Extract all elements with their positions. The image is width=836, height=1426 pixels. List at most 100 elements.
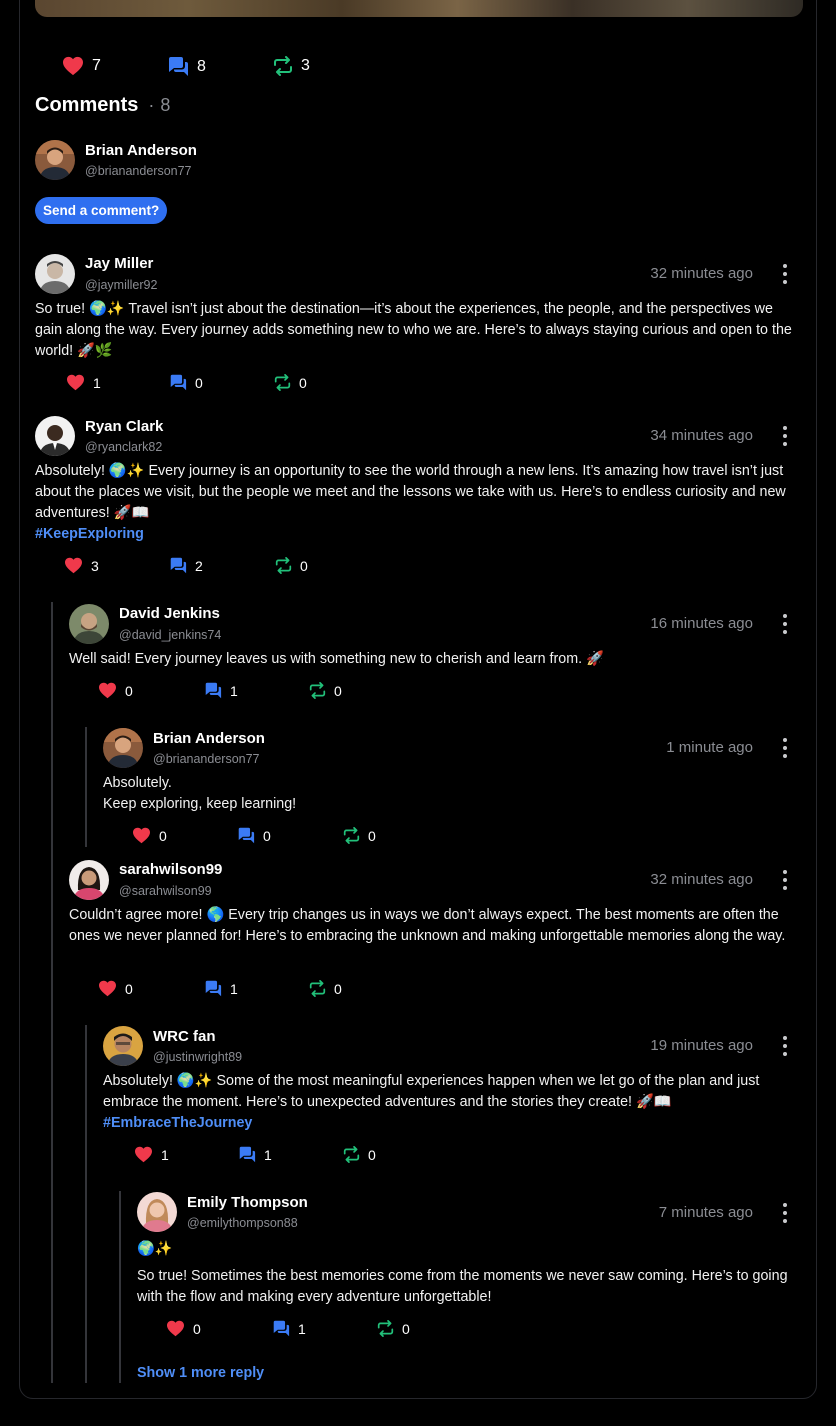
avatar[interactable] [35,416,75,456]
comment-icon [273,1320,290,1337]
more-vertical-icon[interactable] [782,264,788,284]
comment-like-button[interactable]: 3 [64,557,99,574]
repost-count: 0 [300,557,308,574]
comment-like-button[interactable]: 1 [134,1146,169,1163]
more-vertical-icon[interactable] [782,614,788,634]
comments-separator: · [148,95,155,115]
comment-author-name[interactable]: Brian Anderson [153,730,265,747]
comment-reply-button[interactable]: 0 [237,827,271,844]
comment-icon [238,827,255,844]
comment-reply-button[interactable]: 1 [204,682,238,699]
comment-reply-button[interactable]: 1 [272,1320,306,1337]
comment-icon [170,374,187,391]
reply-count: 1 [298,1320,306,1337]
more-vertical-icon[interactable] [782,738,788,758]
comment-text: Absolutely! 🌍✨ Some of the most meaningf… [103,1073,760,1110]
avatar[interactable] [35,254,75,294]
comment-author-name[interactable]: Emily Thompson [187,1194,308,1211]
like-count: 1 [161,1146,169,1163]
like-count: 0 [125,980,133,997]
repost-count: 0 [402,1320,410,1337]
current-user-handle: @briananderson77 [85,164,192,178]
heart-icon [99,980,116,997]
reply-count: 0 [263,827,271,844]
comment-repost-button[interactable]: 0 [343,1146,376,1163]
comment-repost-button[interactable]: 0 [275,557,308,574]
comment-text: Couldn’t agree more! 🌎 Every trip change… [69,907,786,944]
more-vertical-icon[interactable] [782,870,788,890]
comment-repost-button[interactable]: 0 [343,827,376,844]
comment-repost-button[interactable]: 0 [309,682,342,699]
more-vertical-icon[interactable] [782,1203,788,1223]
comment-author-name[interactable]: Jay Miller [85,255,153,272]
comment-author-name[interactable]: Ryan Clark [85,418,163,435]
reply-count: 1 [230,980,238,997]
comment-like-button[interactable]: 0 [98,682,133,699]
hashtag-link[interactable]: #EmbraceTheJourney [103,1113,252,1134]
avatar[interactable] [69,604,109,644]
send-comment-button[interactable]: Send a comment? [35,197,168,224]
repost-icon [274,56,292,76]
heart-icon [99,682,116,699]
comment-reply-button[interactable]: 1 [204,980,238,997]
comment-reply-button[interactable]: 1 [238,1146,272,1163]
like-count: 3 [91,557,99,574]
comment-like-button[interactable]: 0 [132,827,167,844]
post-like-button[interactable]: 7 [62,56,101,76]
more-vertical-icon[interactable] [782,426,788,446]
post-repost-button[interactable]: 3 [273,56,310,76]
reply-thread-line [51,602,53,1383]
post-like-count: 7 [92,57,101,74]
comment-icon [205,980,222,997]
avatar[interactable] [69,860,109,900]
current-user-avatar[interactable] [35,140,75,180]
comment-author-handle: @justinwright89 [153,1050,243,1064]
reply-thread-line [119,1191,121,1383]
comment-repost-button[interactable]: 0 [377,1320,410,1337]
comment-author-name[interactable]: David Jenkins [119,605,220,622]
post-comment-button[interactable]: 8 [167,56,206,77]
comment-like-button[interactable]: 0 [166,1320,201,1337]
comment-text: Absolutely! 🌍✨ Every journey is an oppor… [35,463,786,521]
comments-title: Comments [35,94,139,116]
comment-timestamp: 19 minutes ago [650,1037,753,1054]
repost-count: 0 [368,1146,376,1163]
comment-author-name[interactable]: sarahwilson99 [119,861,222,878]
comment-timestamp: 32 minutes ago [650,265,753,282]
like-count: 0 [125,682,133,699]
comment-timestamp: 32 minutes ago [650,871,753,888]
avatar[interactable] [103,1026,143,1066]
repost-count: 0 [334,980,342,997]
comment-icon [169,57,188,76]
comment-repost-button[interactable]: 0 [309,980,342,997]
show-more-replies-link[interactable]: Show 1 more reply [137,1365,264,1381]
comment-text: Well said! Every journey leaves us with … [69,651,604,667]
repost-icon [309,980,326,997]
comment-text: So true! Sometimes the best memories com… [137,1268,788,1305]
comment-reply-button[interactable]: 0 [169,374,203,391]
repost-icon [343,1146,360,1163]
post-image[interactable] [35,0,803,17]
heart-icon [63,56,83,76]
comment-author-handle: @david_jenkins74 [119,628,222,642]
hashtag-link[interactable]: #KeepExploring [35,524,144,545]
post-repost-count: 3 [301,57,310,74]
comment-reply-button[interactable]: 2 [169,557,203,574]
comment-icon [239,1146,256,1163]
comment-timestamp: 1 minute ago [666,739,753,756]
more-vertical-icon[interactable] [782,1036,788,1056]
repost-icon [275,557,292,574]
comment-repost-button[interactable]: 0 [274,374,307,391]
reply-count: 2 [195,557,203,574]
comment-like-button[interactable]: 0 [98,980,133,997]
comment-timestamp: 34 minutes ago [650,427,753,444]
avatar[interactable] [103,728,143,768]
reply-count: 1 [264,1146,272,1163]
comment-icon [205,682,222,699]
comment-author-handle: @sarahwilson99 [119,884,212,898]
avatar[interactable] [137,1192,177,1232]
comment-author-handle: @ryanclark82 [85,440,163,454]
comment-author-name[interactable]: WRC fan [153,1028,216,1045]
repost-count: 0 [334,682,342,699]
comment-like-button[interactable]: 1 [66,374,101,391]
